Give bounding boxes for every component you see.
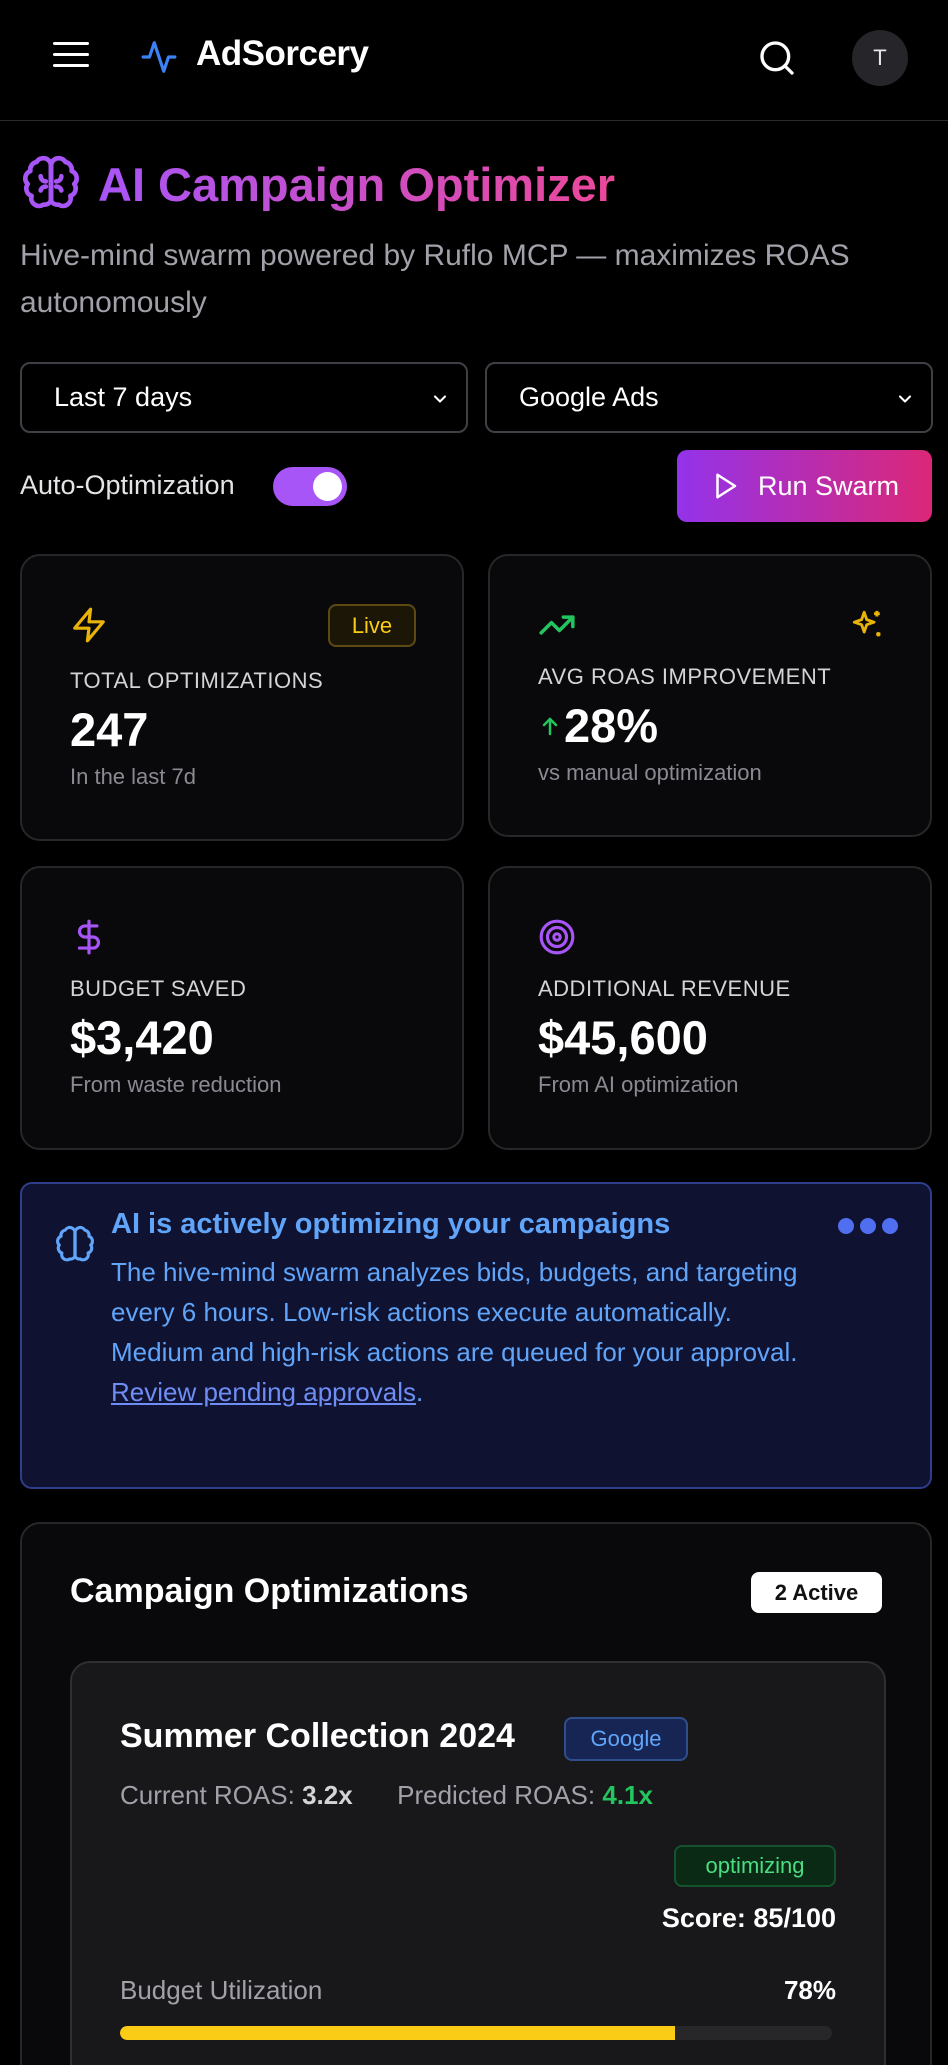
banner-body: The hive-mind swarm analyzes bids, budge… <box>111 1252 811 1412</box>
stat-card-roas-improvement: AVG ROAS IMPROVEMENT 28% vs manual optim… <box>488 554 932 837</box>
stat-card-budget-saved: BUDGET SAVED $3,420 From waste reduction <box>20 866 464 1150</box>
predicted-roas-label: Predicted ROAS: <box>397 1780 596 1810</box>
banner-title: AI is actively optimizing your campaigns <box>111 1208 671 1240</box>
stat-card-additional-revenue: ADDITIONAL REVENUE $45,600 From AI optim… <box>488 866 932 1150</box>
campaign-optimizations-section: Campaign Optimizations 2 Active Summer C… <box>20 1522 932 2065</box>
page-header: AI Campaign Optimizer <box>20 153 615 215</box>
toggle-knob <box>313 472 342 501</box>
campaign-card[interactable]: Summer Collection 2024 Google Current RO… <box>70 1661 886 2065</box>
brain-icon <box>22 155 80 209</box>
activity-icon <box>141 41 177 73</box>
current-roas-label: Current ROAS: <box>120 1780 295 1810</box>
stat-value: 28% <box>564 699 659 752</box>
budget-utilization-value: 78% <box>783 1975 836 2005</box>
stat-card-total-optimizations: Live TOTAL OPTIMIZATIONS 247 In the last… <box>20 554 464 841</box>
stat-note: From AI optimization <box>538 1072 739 1097</box>
stat-note: From waste reduction <box>70 1072 282 1097</box>
stat-label: ADDITIONAL REVENUE <box>538 976 791 1001</box>
platform-badge: Google <box>564 1717 688 1761</box>
stat-value: 247 <box>70 703 149 756</box>
banner-text: The hive-mind swarm analyzes bids, budge… <box>111 1257 798 1367</box>
top-bar: AdSorcery T <box>0 0 948 121</box>
dollar-icon <box>77 919 100 955</box>
stat-value: $45,600 <box>538 1011 708 1064</box>
auto-optimization-label: Auto-Optimization <box>20 470 235 500</box>
platform-value: Google Ads <box>519 382 659 412</box>
date-range-value: Last 7 days <box>54 382 193 412</box>
search-icon[interactable] <box>757 38 797 78</box>
budget-utilization-label: Budget Utilization <box>120 1975 323 2005</box>
section-title: Campaign Optimizations <box>70 1572 469 1610</box>
ai-status-banner: AI is actively optimizing your campaigns… <box>20 1182 932 1489</box>
current-roas-value: 3.2x <box>302 1780 353 1810</box>
status-badge: optimizing <box>674 1845 836 1887</box>
chevron-down-icon <box>433 395 447 403</box>
avatar[interactable]: T <box>852 30 908 86</box>
stat-label: TOTAL OPTIMIZATIONS <box>70 668 324 693</box>
page-title: AI Campaign Optimizer <box>98 157 616 211</box>
stat-note: vs manual optimization <box>538 760 762 785</box>
stat-note: In the last 7d <box>70 764 196 789</box>
menu-icon[interactable] <box>53 42 89 72</box>
date-range-select[interactable]: Last 7 days <box>20 362 468 433</box>
activity-dots <box>832 1218 898 1234</box>
budget-progress-bar <box>120 2026 832 2040</box>
zap-icon <box>73 607 105 643</box>
link-suffix: . <box>415 1377 424 1407</box>
trending-up-icon <box>539 615 575 635</box>
predicted-roas-value: 4.1x <box>602 1780 653 1810</box>
budget-progress-fill <box>120 2026 676 2040</box>
chevron-down-icon <box>898 395 912 403</box>
stat-value-row: 28% <box>538 698 658 753</box>
run-swarm-label: Run Swarm <box>757 470 900 501</box>
review-approvals-link[interactable]: Review pending approvals <box>111 1377 416 1407</box>
target-icon <box>539 919 575 955</box>
campaign-name: Summer Collection 2024 <box>120 1717 515 1755</box>
optimization-score: Score: 85/100 <box>661 1903 836 1933</box>
brain-icon <box>56 1225 94 1262</box>
arrow-up-icon <box>542 717 558 735</box>
stat-label: AVG ROAS IMPROVEMENT <box>538 664 832 689</box>
play-icon <box>716 473 737 499</box>
live-badge: Live <box>328 604 416 647</box>
platform-select[interactable]: Google Ads <box>485 362 933 433</box>
stat-label: BUDGET SAVED <box>70 976 247 1001</box>
run-swarm-button[interactable]: Run Swarm <box>677 450 932 522</box>
sparkles-icon <box>852 610 881 637</box>
auto-optimization-toggle[interactable] <box>273 467 347 506</box>
stat-value: $3,420 <box>70 1011 214 1064</box>
brand-name[interactable]: AdSorcery <box>196 34 369 74</box>
active-count-badge: 2 Active <box>751 1572 882 1613</box>
page-subtitle: Hive-mind swarm powered by Ruflo MCP — m… <box>20 239 850 319</box>
roas-summary: Current ROAS: 3.2x Predicted ROAS: 4.1x <box>120 1780 653 1811</box>
